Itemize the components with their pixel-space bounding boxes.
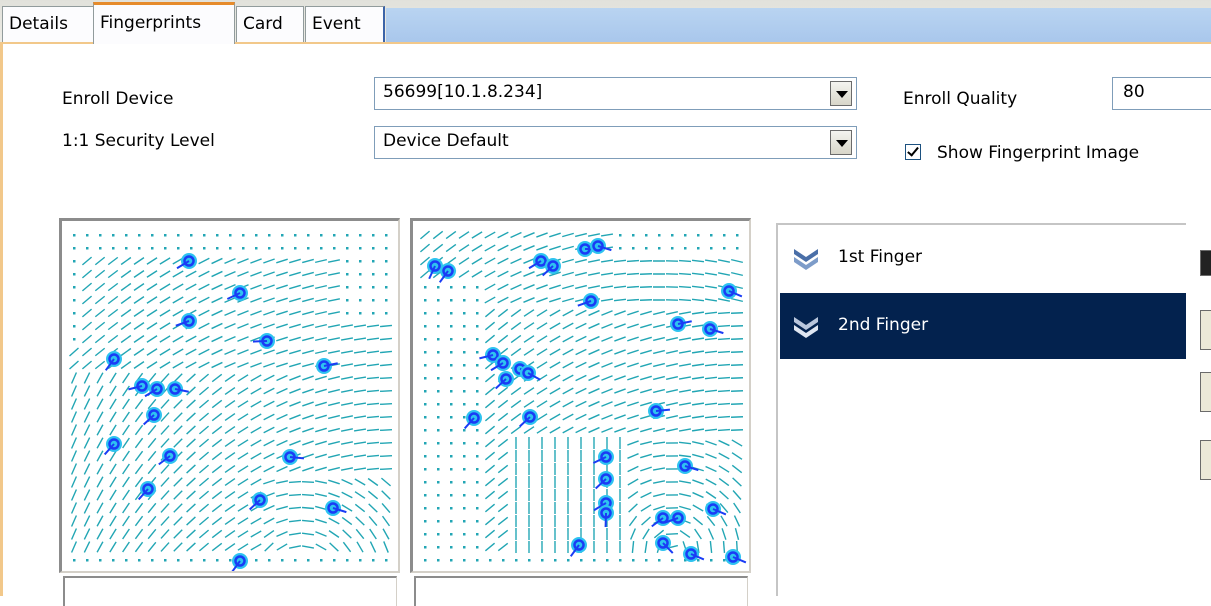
double-chevron-down-icon [792,315,820,339]
finger-list[interactable]: 1st Finger 2nd Finger [776,223,1186,596]
tab-strip: Details Fingerprints Card Event [0,0,1211,42]
tab-card-label: Card [243,14,283,34]
tab-fingerprints-label: Fingerprints [100,13,201,33]
double-chevron-down-icon [792,247,820,271]
enroll-device-value: 56699[10.1.8.234] [383,82,542,102]
fingerprint-image-1-canvas [62,221,400,573]
show-image-label: Show Fingerprint Image [937,143,1139,163]
security-level-label: 1:1 Security Level [62,131,215,151]
side-button-4[interactable] [1200,440,1211,480]
tab-card[interactable]: Card [236,6,304,42]
tab-fingerprints[interactable]: Fingerprints [93,2,235,44]
security-level-dropdown-button[interactable] [830,130,852,155]
finger-item-1st-label: 1st Finger [838,247,922,267]
tab-details[interactable]: Details [2,6,94,42]
fingerprint-image-1-caption [63,576,397,606]
security-level-combo[interactable]: Device Default [374,126,857,159]
fingerprint-image-2-caption [414,576,748,606]
enroll-device-label: Enroll Device [62,89,174,109]
side-button-2[interactable] [1200,310,1211,350]
tab-event[interactable]: Event [305,6,385,42]
finger-item-2nd[interactable]: 2nd Finger [780,293,1186,359]
enroll-device-combo[interactable]: 56699[10.1.8.234] [374,77,857,110]
finger-item-1st[interactable]: 1st Finger [780,225,1186,291]
tab-event-label: Event [312,14,361,34]
tab-details-label: Details [9,14,68,34]
side-button-3[interactable] [1200,372,1211,412]
enroll-quality-value: 80 [1123,82,1145,102]
enroll-device-dropdown-button[interactable] [830,81,852,106]
fingerprint-image-1 [59,218,400,573]
fingerprint-image-2 [410,218,751,573]
enroll-quality-input[interactable]: 80 [1112,77,1211,110]
fingerprint-image-2-canvas [413,221,751,573]
finger-item-2nd-label: 2nd Finger [838,315,928,335]
security-level-value: Device Default [383,131,509,151]
show-image-checkbox[interactable] [905,144,921,160]
tab-strip-background [386,8,1211,42]
enroll-quality-label: Enroll Quality [903,89,1017,109]
side-button-1[interactable] [1200,250,1211,276]
